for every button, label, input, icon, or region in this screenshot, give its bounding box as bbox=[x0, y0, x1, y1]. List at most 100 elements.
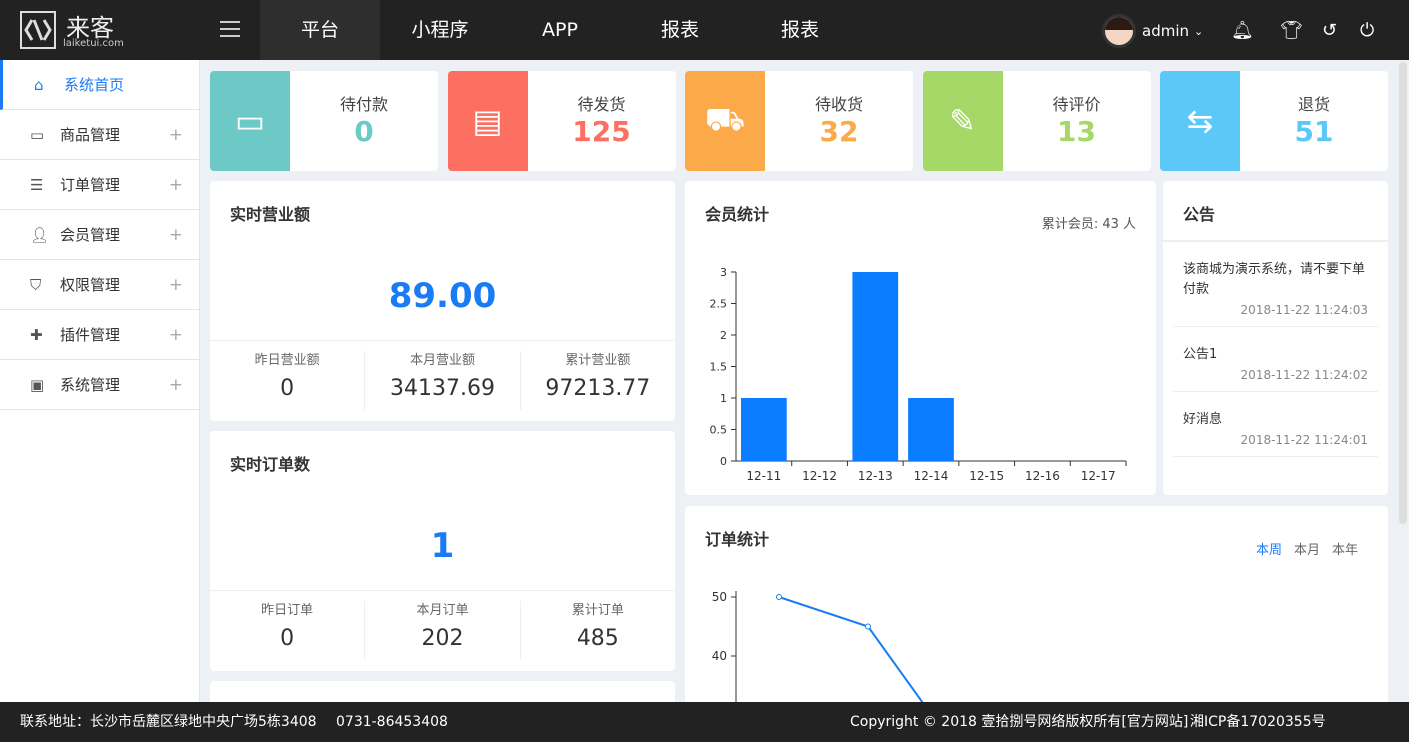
sub-stat: 累计订单 485 bbox=[521, 601, 675, 660]
sub-stat-value: 0 bbox=[280, 376, 295, 401]
home-icon: ⌂ bbox=[34, 75, 44, 94]
stat-card[interactable]: ▭ 待付款 0 bbox=[210, 71, 438, 171]
bar bbox=[908, 398, 954, 461]
sidebar-item[interactable]: ✚ 插件管理 + bbox=[0, 310, 199, 360]
stat-value: 13 bbox=[1057, 115, 1096, 148]
orders-card: 实时订单数 1 昨日订单 0 本月订单 202 累计订单 485 bbox=[210, 431, 675, 671]
footer-phone: 0731-86453408 bbox=[336, 714, 448, 730]
sidebar-item[interactable]: ⛉ 权限管理 + bbox=[0, 260, 199, 310]
plus-icon[interactable]: + bbox=[169, 375, 183, 395]
logo-icon bbox=[20, 11, 56, 49]
scrollbar[interactable] bbox=[1399, 62, 1407, 524]
puzzle-icon: ✚ bbox=[30, 325, 43, 344]
plus-icon[interactable]: + bbox=[169, 225, 183, 245]
sidebar-item-label: 会员管理 bbox=[60, 226, 121, 244]
y-tick-label: 2.5 bbox=[710, 298, 728, 311]
sidebar-item-label: 订单管理 bbox=[60, 176, 121, 194]
order-stats-card: 订单统计 本周 本月 本年 40 50 bbox=[685, 506, 1388, 716]
y-tick-label: 3 bbox=[720, 266, 727, 279]
notice-item[interactable]: 公告1 2018-11-22 11:24:02 bbox=[1173, 327, 1378, 392]
list-icon: ☰ bbox=[30, 175, 44, 194]
sidebar-item-label: 系统首页 bbox=[64, 76, 125, 94]
sub-stat: 本月营业额 34137.69 bbox=[365, 351, 521, 410]
sidebar-item[interactable]: ▣ 系统管理 + bbox=[0, 360, 199, 410]
bar bbox=[852, 272, 899, 461]
box-icon: ▤ bbox=[472, 102, 503, 140]
nav-miniprogram[interactable]: 小程序 bbox=[380, 0, 500, 60]
top-header: 来客 laiketui.com 平台 小程序 APP 报表 报表 admin ⌄ … bbox=[0, 0, 1409, 60]
nav-platform[interactable]: 平台 bbox=[260, 0, 380, 60]
x-tick-label: 12-11 bbox=[746, 469, 781, 483]
plus-icon[interactable]: + bbox=[169, 275, 183, 295]
plus-icon[interactable]: + bbox=[169, 125, 183, 145]
bar bbox=[741, 398, 787, 461]
bell-icon[interactable]: 🔔︎ bbox=[1231, 20, 1254, 41]
sidebar-item-label: 插件管理 bbox=[60, 326, 121, 344]
plus-icon[interactable]: + bbox=[169, 325, 183, 345]
sub-stat: 昨日营业额 0 bbox=[210, 351, 366, 410]
sidebar: ⌂ 系统首页 ▭ 商品管理 + ☰ 订单管理 + 👤︎ 会员管理 + ⛉ 权限管理 + ✚ 插件管理 + ▣ 系统管… bbox=[0, 60, 200, 702]
power-icon[interactable]: ⏻ bbox=[1360, 20, 1374, 41]
notice-item[interactable]: 好消息 2018-11-22 11:24:01 bbox=[1173, 392, 1378, 457]
menu-toggle-icon[interactable] bbox=[220, 21, 240, 37]
notice-date: 2018-11-22 11:24:03 bbox=[1240, 303, 1368, 317]
stat-label: 待发货 bbox=[577, 95, 626, 114]
edit-icon: ✎ bbox=[949, 102, 976, 140]
sidebar-item[interactable]: ⌂ 系统首页 bbox=[0, 60, 199, 110]
stat-label: 待付款 bbox=[339, 95, 388, 114]
username: admin bbox=[1142, 22, 1189, 40]
y-tick-label: 0.5 bbox=[710, 424, 728, 437]
refresh-icon[interactable]: ↺ bbox=[1322, 20, 1337, 41]
wallet-icon: ▭ bbox=[234, 102, 266, 140]
nav-report-2[interactable]: 报表 bbox=[740, 0, 860, 60]
stat-value: 32 bbox=[819, 115, 859, 148]
sub-stat-value: 202 bbox=[421, 626, 464, 651]
sub-stat: 昨日订单 0 bbox=[210, 601, 366, 660]
member-bar-chart: 0 0.5 1 1.5 2 2.5 3 12-11 12-12 12-13 12-14 12-15 12… bbox=[710, 266, 1127, 483]
line-point bbox=[776, 594, 782, 600]
sidebar-item[interactable]: ☰ 订单管理 + bbox=[0, 160, 199, 210]
x-tick-label: 12-14 bbox=[914, 469, 949, 483]
footer-icp[interactable]: 湘ICP备17020355号 bbox=[1190, 702, 1326, 742]
y-tick-label: 1.5 bbox=[710, 361, 728, 374]
sub-stat-label: 累计订单 bbox=[571, 603, 624, 618]
sub-stat-value: 97213.77 bbox=[545, 376, 651, 401]
sidebar-item-label: 商品管理 bbox=[60, 126, 121, 144]
notice-text: 公告1 bbox=[1183, 347, 1218, 362]
sub-stat-value: 34137.69 bbox=[390, 376, 495, 401]
stat-card[interactable]: ⇆ 退货 51 bbox=[1160, 71, 1388, 171]
nav-report[interactable]: 报表 bbox=[620, 0, 740, 60]
notice-item[interactable]: 该商城为演示系统，请不要下单付款 2018-11-22 11:24:03 bbox=[1173, 242, 1378, 327]
order-line bbox=[778, 596, 934, 716]
y-tick-label: 40 bbox=[712, 649, 727, 663]
stat-value: 0 bbox=[354, 115, 374, 148]
nav-app[interactable]: APP bbox=[500, 0, 620, 60]
stat-label: 待收货 bbox=[814, 95, 863, 114]
plus-icon[interactable]: + bbox=[169, 175, 183, 195]
stat-card[interactable]: ⛟ 待收货 32 bbox=[685, 71, 913, 171]
user-menu[interactable]: admin ⌄ bbox=[1102, 14, 1203, 48]
footer-copyright[interactable]: Copyright © 2018 壹拾捌号网络版权所有[官方网站] bbox=[850, 702, 1188, 742]
stat-value: 125 bbox=[572, 115, 631, 148]
briefcase-icon: ▭ bbox=[30, 125, 45, 144]
stat-card[interactable]: ✎ 待评价 13 bbox=[922, 71, 1151, 171]
stat-card[interactable]: ▤ 待发货 125 bbox=[447, 71, 676, 171]
sidebar-item-label: 系统管理 bbox=[60, 376, 121, 394]
sub-stat: 本月订单 202 bbox=[365, 601, 521, 660]
sub-stat: 累计营业额 97213.77 bbox=[521, 351, 675, 410]
shirt-icon[interactable]: 👕︎ bbox=[1280, 20, 1303, 41]
x-tick-label: 12-13 bbox=[858, 469, 893, 483]
sub-stat-label: 昨日订单 bbox=[261, 603, 314, 618]
sidebar-item[interactable]: ▭ 商品管理 + bbox=[0, 110, 199, 160]
return-icon: ⇆ bbox=[1186, 102, 1214, 140]
shield-icon: ⛉ bbox=[30, 275, 42, 294]
y-tick-label: 1 bbox=[720, 392, 727, 405]
stat-label: 退货 bbox=[1297, 95, 1330, 114]
sub-stat-label: 昨日营业额 bbox=[254, 353, 320, 368]
revenue-card: 实时营业额 89.00 昨日营业额 0 本月营业额 34137.69 累计营业额 9721… bbox=[210, 181, 675, 421]
sub-stat-label: 本月营业额 bbox=[409, 353, 475, 368]
sub-stat-value: 0 bbox=[280, 626, 295, 651]
monitor-icon: ▣ bbox=[30, 375, 45, 394]
sidebar-item[interactable]: 👤︎ 会员管理 + bbox=[0, 210, 199, 260]
footer: 联系地址：长沙市岳麓区绿地中央广场5栋3408 0731-86453408 Co… bbox=[0, 702, 1409, 742]
